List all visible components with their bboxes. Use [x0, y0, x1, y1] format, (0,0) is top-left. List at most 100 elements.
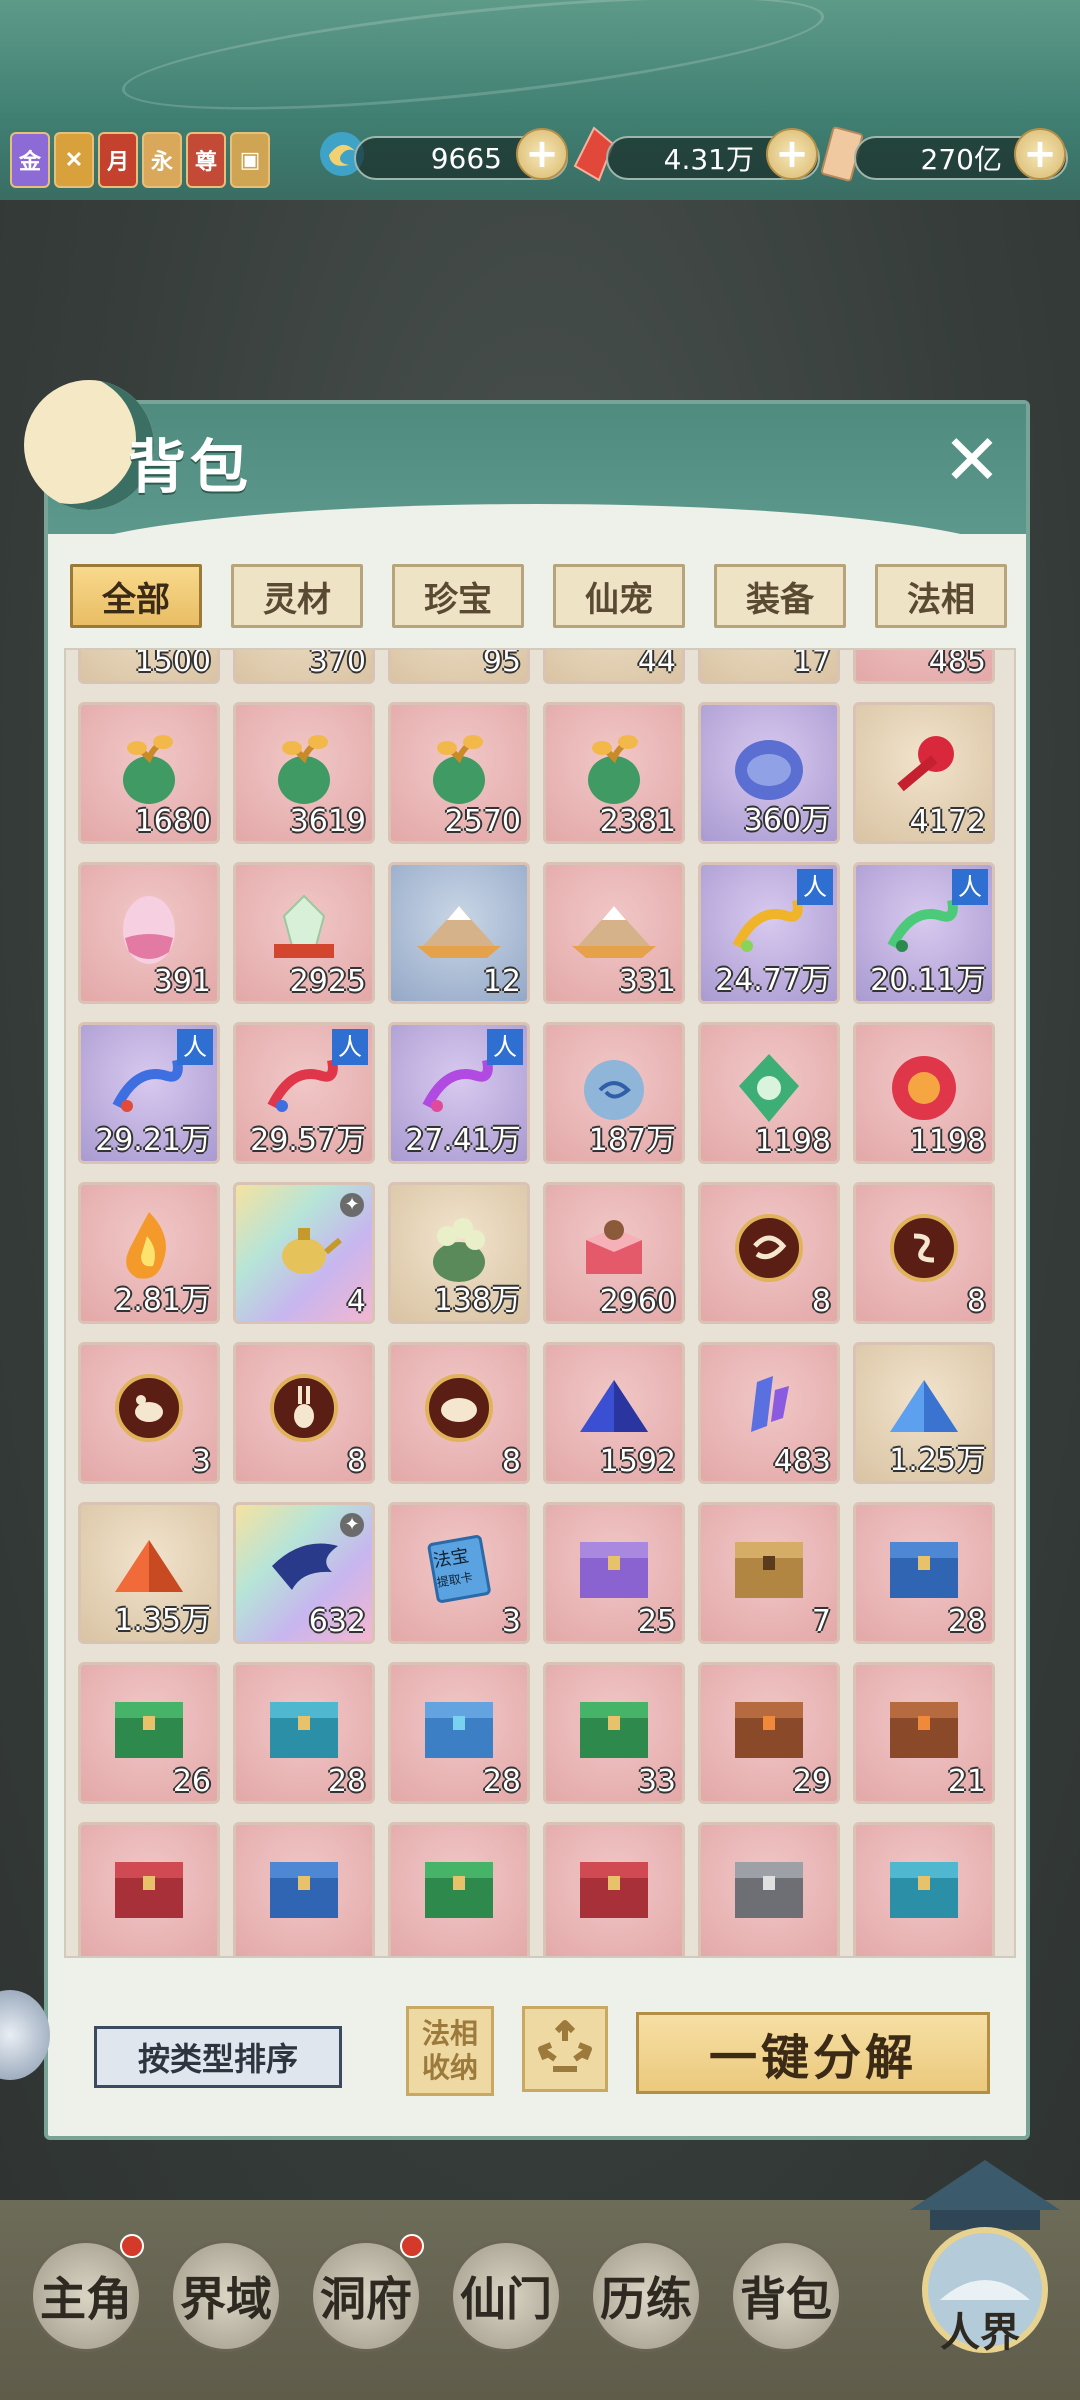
item-count: 2570	[444, 804, 521, 839]
one-click-decompose-button[interactable]: 一键分解	[636, 2012, 990, 2094]
item-slot[interactable]: 187万	[543, 1022, 685, 1164]
item-slot[interactable]: 人 27.41万	[388, 1022, 530, 1164]
nav-trials-button[interactable]: 历练	[590, 2240, 702, 2352]
card-subtitle: 提取卡	[435, 1569, 474, 1590]
item-count: 3	[191, 1444, 211, 1479]
item-slot[interactable]: 138万	[388, 1182, 530, 1324]
item-slot[interactable]: 370	[233, 648, 375, 684]
tab-treasures[interactable]: 珍宝	[392, 564, 524, 628]
nav-bag-button[interactable]: 背包	[730, 2240, 842, 2352]
nav-cave-button[interactable]: 洞府	[310, 2240, 422, 2352]
item-count: 8	[811, 1284, 831, 1319]
chest-green-icon	[417, 1846, 501, 1930]
item-slot[interactable]: 人 24.77万	[698, 862, 840, 1004]
item-slot[interactable]: 1.35万	[78, 1502, 220, 1644]
chest-cyan-icon	[262, 1686, 346, 1770]
item-slot[interactable]: 1680	[78, 702, 220, 844]
panel-title: 背包	[128, 433, 253, 501]
festival-badge-icon[interactable]: ✕	[54, 132, 94, 188]
nav-sect-button[interactable]: 仙门	[450, 2240, 562, 2352]
item-slot[interactable]: ✦ 632	[233, 1502, 375, 1644]
item-slot[interactable]: 8	[233, 1342, 375, 1484]
item-count: 370	[308, 648, 366, 679]
item-slot[interactable]: 483	[698, 1342, 840, 1484]
item-slot[interactable]: 8	[853, 1182, 995, 1324]
add-crystal-button[interactable]: +	[766, 128, 818, 180]
item-slot[interactable]: 21	[853, 1662, 995, 1804]
item-slot[interactable]	[543, 1822, 685, 1956]
item-slot[interactable]: 28	[388, 1662, 530, 1804]
item-slot[interactable]: 1500	[78, 650, 220, 684]
item-slot[interactable]	[698, 1822, 840, 1956]
recycle-icon	[538, 2020, 592, 2072]
item-slot[interactable]	[388, 1822, 530, 1956]
tab-materials[interactable]: 灵材	[231, 564, 363, 628]
item-slot[interactable]	[78, 1822, 220, 1956]
item-slot[interactable]: 1198	[698, 1022, 840, 1164]
item-slot[interactable]: 3619	[233, 702, 375, 844]
vip-card-icon[interactable]: 尊	[186, 132, 226, 188]
item-slot[interactable]: 人 20.11万	[853, 862, 995, 1004]
item-slot[interactable]: 33	[543, 1662, 685, 1804]
pass-card-icon[interactable]: ▣	[230, 132, 270, 188]
tab-pets[interactable]: 仙宠	[553, 564, 685, 628]
item-slot[interactable]: 2381	[543, 702, 685, 844]
human-realm-badge: 人	[177, 1029, 213, 1065]
gold-badge-icon[interactable]: 金	[10, 132, 50, 188]
recycle-button[interactable]	[522, 2006, 608, 2092]
token-rat-icon	[107, 1366, 191, 1450]
item-slot[interactable]: 1592	[543, 1342, 685, 1484]
item-slot[interactable]: 3	[78, 1342, 220, 1484]
item-slot[interactable]: 2960	[543, 1182, 685, 1324]
item-count: 1.25万	[889, 1443, 986, 1478]
item-slot[interactable]: 391	[78, 862, 220, 1004]
item-count: 2.81万	[114, 1283, 211, 1318]
item-grid-viewport[interactable]: 1500 370 95 44 17 485 1680 3619 2570 2381 360万 4172…	[64, 648, 1016, 1958]
item-slot[interactable]: 44	[543, 650, 685, 684]
item-slot[interactable]: 17	[698, 650, 840, 684]
item-slot[interactable]: 2.81万	[78, 1182, 220, 1324]
panel-footer: 按类型排序 法相 收纳 一键分解	[48, 1976, 1026, 2126]
item-slot[interactable]: 2925	[233, 862, 375, 1004]
avatar-storage-button[interactable]: 法相 收纳	[406, 2006, 494, 2096]
item-slot[interactable]: 331	[543, 862, 685, 1004]
sort-by-type-button[interactable]: 按类型排序	[94, 2026, 342, 2088]
item-slot[interactable]: 7	[698, 1502, 840, 1644]
nav-realm-domain-button[interactable]: 界域	[170, 2240, 282, 2352]
avatar-storage-label-1: 法相	[421, 2017, 478, 2050]
item-slot[interactable]: 26	[78, 1662, 220, 1804]
item-slot[interactable]: 1.25万	[853, 1342, 995, 1484]
nav-hero-button[interactable]: 主角	[30, 2240, 142, 2352]
item-slot[interactable]	[233, 1822, 375, 1956]
item-slot[interactable]: 95	[388, 650, 530, 684]
close-icon[interactable]: ✕	[940, 425, 1004, 495]
tab-avatar[interactable]: 法相	[875, 564, 1007, 628]
item-slot[interactable]: 12	[388, 862, 530, 1004]
item-slot[interactable]: 人 29.57万	[233, 1022, 375, 1164]
monthly-card-icon[interactable]: 月	[98, 132, 138, 188]
item-slot[interactable]: 485	[853, 648, 995, 684]
item-slot[interactable]: 360万	[698, 702, 840, 844]
item-slot[interactable]: 2570	[388, 702, 530, 844]
item-slot[interactable]	[853, 1822, 995, 1956]
item-slot[interactable]: 28	[853, 1502, 995, 1644]
item-count: 485	[928, 648, 986, 679]
tab-equipment[interactable]: 装备	[714, 564, 846, 628]
item-slot[interactable]: 4172	[853, 702, 995, 844]
item-slot[interactable]: 25	[543, 1502, 685, 1644]
realm-button[interactable]: 人界	[900, 2150, 1070, 2370]
item-slot[interactable]: 28	[233, 1662, 375, 1804]
item-slot[interactable]: 8	[388, 1342, 530, 1484]
item-slot[interactable]: 8	[698, 1182, 840, 1324]
item-slot[interactable]: 法宝 提取卡 3	[388, 1502, 530, 1644]
permanent-card-icon[interactable]: 永	[142, 132, 182, 188]
add-talisman-button[interactable]: +	[1014, 128, 1066, 180]
add-spirit-jade-button[interactable]: +	[516, 128, 568, 180]
item-slot[interactable]: ✦ 4	[233, 1182, 375, 1324]
red-crest-icon	[882, 1046, 966, 1130]
gem-icon	[262, 886, 346, 970]
tab-all[interactable]: 全部	[70, 564, 202, 628]
item-slot[interactable]: 29	[698, 1662, 840, 1804]
item-slot[interactable]: 1198	[853, 1022, 995, 1164]
item-slot[interactable]: 人 29.21万	[78, 1022, 220, 1164]
